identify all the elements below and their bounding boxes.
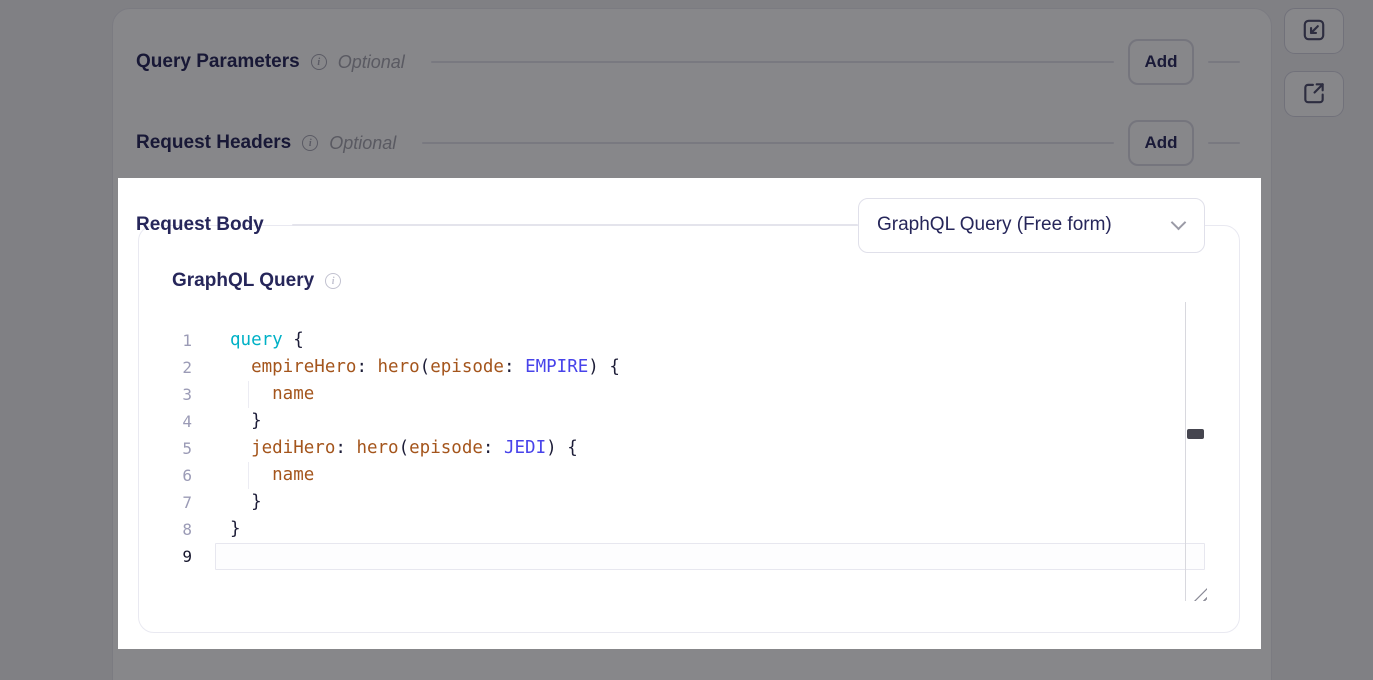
indent-guide bbox=[248, 462, 249, 489]
line-number: 5 bbox=[160, 435, 192, 462]
code-line[interactable]: empireHero: hero(episode: EMPIRE) { bbox=[215, 354, 1205, 381]
optional-label: Optional bbox=[329, 133, 396, 154]
code-line[interactable]: } bbox=[215, 408, 1205, 435]
request-headers-title: Request Headers bbox=[136, 132, 291, 154]
code-line[interactable]: name bbox=[215, 462, 1205, 489]
edit-in-box-button[interactable] bbox=[1284, 8, 1344, 54]
divider-line bbox=[431, 61, 1114, 63]
line-number: 8 bbox=[160, 516, 192, 543]
chevron-down-icon bbox=[1171, 215, 1187, 231]
body-type-select[interactable]: GraphQL Query (Free form) bbox=[858, 198, 1205, 253]
optional-label: Optional bbox=[338, 52, 405, 73]
code-line[interactable]: query { bbox=[215, 327, 1205, 354]
graphql-query-label: GraphQL Query bbox=[172, 270, 314, 292]
divider-line bbox=[292, 224, 858, 226]
add-query-parameter-button[interactable]: Add bbox=[1128, 39, 1194, 85]
code-line[interactable]: jediHero: hero(episode: JEDI) { bbox=[215, 435, 1205, 462]
indent-guide bbox=[248, 381, 249, 408]
query-parameters-section: Query Parameters i Optional Add bbox=[136, 39, 1240, 85]
divider-line bbox=[1208, 61, 1240, 63]
info-icon[interactable]: i bbox=[302, 135, 318, 151]
open-external-button[interactable] bbox=[1284, 71, 1344, 117]
line-number: 4 bbox=[160, 408, 192, 435]
add-request-header-button[interactable]: Add bbox=[1128, 120, 1194, 166]
line-number-gutter: 123456789 bbox=[160, 327, 192, 570]
line-number: 1 bbox=[160, 327, 192, 354]
external-link-icon bbox=[1301, 80, 1327, 109]
code-line[interactable]: } bbox=[215, 516, 1205, 543]
scrollbar-thumb[interactable] bbox=[1187, 429, 1204, 439]
scrollbar-track bbox=[1185, 302, 1186, 601]
request-headers-section: Request Headers i Optional Add bbox=[136, 120, 1240, 166]
request-body-section-header: Request Body GraphQL Query (Free form) bbox=[136, 197, 1205, 253]
code-line[interactable]: name bbox=[215, 381, 1205, 408]
graphql-query-editor[interactable]: 123456789 query { empireHero: hero(episo… bbox=[160, 302, 1207, 602]
request-body-title: Request Body bbox=[136, 214, 264, 236]
code-line[interactable] bbox=[215, 543, 1205, 570]
edit-in-box-icon bbox=[1301, 17, 1327, 46]
code-lines[interactable]: query { empireHero: hero(episode: EMPIRE… bbox=[215, 327, 1205, 570]
line-number: 7 bbox=[160, 489, 192, 516]
info-icon[interactable]: i bbox=[325, 273, 341, 289]
resize-handle-icon[interactable] bbox=[1194, 588, 1207, 601]
line-number: 3 bbox=[160, 381, 192, 408]
line-number: 6 bbox=[160, 462, 192, 489]
code-line[interactable]: } bbox=[215, 489, 1205, 516]
info-icon[interactable]: i bbox=[311, 54, 327, 70]
graphql-query-label-row: GraphQL Query i bbox=[172, 270, 341, 292]
query-parameters-title: Query Parameters bbox=[136, 51, 300, 73]
divider-line bbox=[422, 142, 1114, 144]
line-number: 2 bbox=[160, 354, 192, 381]
body-type-selected-value: GraphQL Query (Free form) bbox=[877, 214, 1112, 236]
line-number: 9 bbox=[160, 543, 192, 570]
divider-line bbox=[1208, 142, 1240, 144]
